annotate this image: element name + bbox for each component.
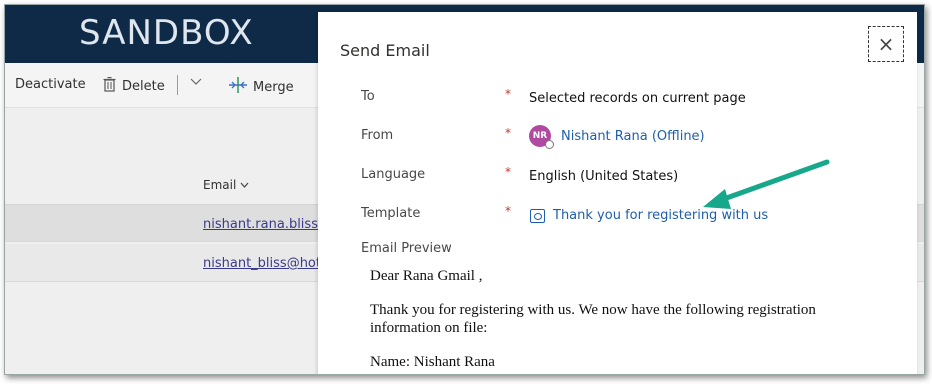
email-link[interactable]: nishant_bliss@hot bbox=[203, 256, 321, 271]
from-user-link[interactable]: Nishant Rana (Offline) bbox=[561, 129, 705, 144]
required-marker: * bbox=[505, 126, 511, 140]
language-value: English (United States) bbox=[529, 169, 679, 184]
email-preview-label: Email Preview bbox=[361, 241, 452, 256]
trash-icon bbox=[103, 77, 116, 96]
template-label: Template bbox=[361, 206, 421, 221]
avatar-initials: NR bbox=[532, 131, 548, 141]
chevron-down-icon bbox=[190, 75, 202, 91]
preview-name-line: Name: Nishant Rana bbox=[370, 354, 495, 370]
dialog-title: Send Email bbox=[340, 41, 430, 60]
to-label: To bbox=[361, 89, 375, 104]
from-label: From bbox=[361, 128, 394, 143]
required-marker: * bbox=[505, 204, 511, 218]
delete-label: Delete bbox=[122, 79, 165, 94]
merge-label: Merge bbox=[253, 79, 294, 95]
language-label: Language bbox=[361, 167, 426, 182]
window-frame: SANDBOX Deactivate Delete Merge Email ni… bbox=[4, 4, 925, 375]
merge-icon bbox=[229, 77, 247, 97]
email-preview: Dear Rana Gmail , Thank you for register… bbox=[370, 267, 870, 374]
to-value: Selected records on current page bbox=[529, 91, 746, 106]
annotation-arrow-icon bbox=[703, 159, 830, 209]
chevron-down-icon bbox=[240, 178, 249, 192]
merge-button[interactable]: Merge bbox=[229, 77, 294, 97]
delete-button[interactable]: Delete bbox=[103, 77, 165, 96]
divider bbox=[177, 75, 178, 95]
required-marker: * bbox=[505, 165, 511, 179]
app-title: SANDBOX bbox=[79, 13, 254, 53]
close-button[interactable]: × bbox=[868, 26, 904, 62]
more-dropdown[interactable] bbox=[190, 75, 202, 91]
presence-offline-icon bbox=[545, 140, 554, 149]
email-link[interactable]: nishant.rana.bliss@ bbox=[203, 217, 331, 232]
deactivate-label: Deactivate bbox=[15, 77, 86, 92]
template-icon bbox=[530, 208, 545, 223]
required-marker: * bbox=[505, 87, 511, 101]
email-header-label: Email bbox=[203, 178, 237, 192]
preview-body: Thank you for registering with us. We no… bbox=[370, 302, 816, 336]
preview-greeting: Dear Rana Gmail , bbox=[370, 268, 483, 284]
deactivate-button[interactable]: Deactivate bbox=[15, 77, 86, 92]
avatar: NR bbox=[529, 125, 554, 149]
from-value[interactable]: NR Nishant Rana (Offline) bbox=[529, 125, 705, 149]
email-column-header[interactable]: Email bbox=[203, 178, 249, 192]
